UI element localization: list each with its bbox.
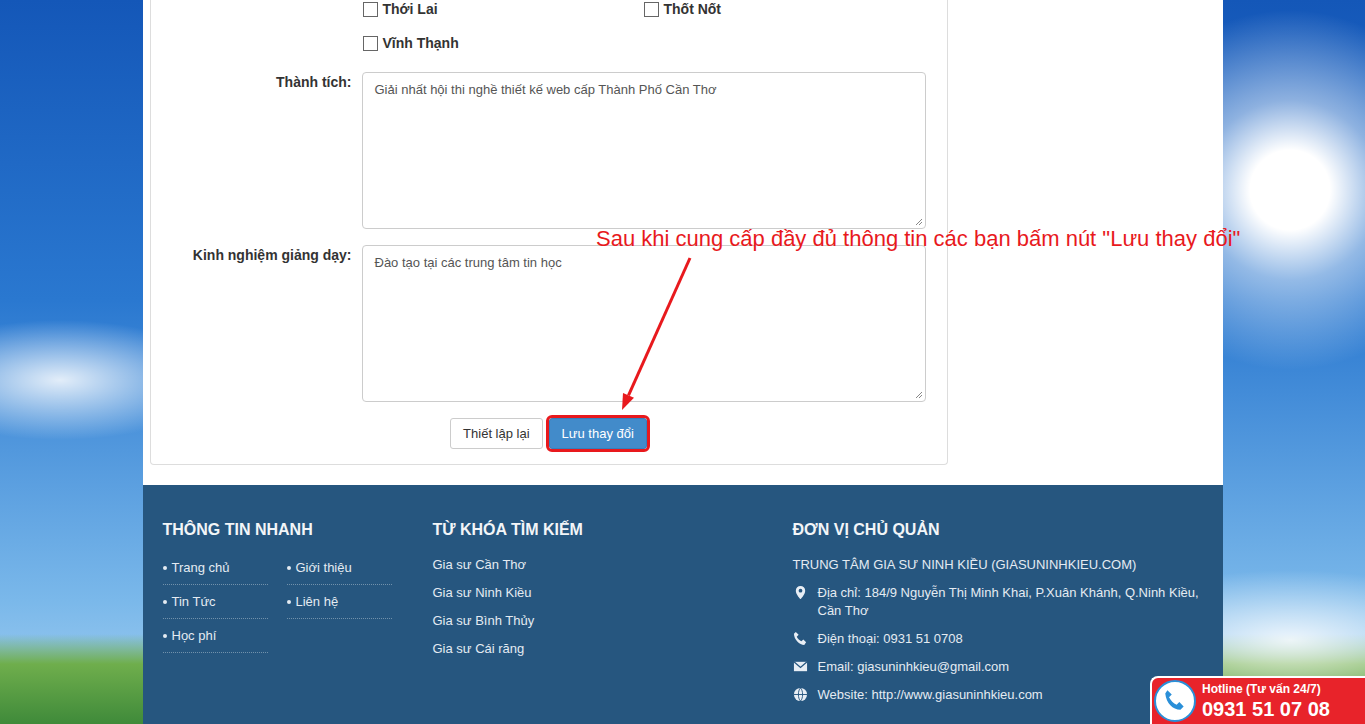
phone-icon — [793, 631, 808, 646]
phone-icon — [1162, 688, 1188, 714]
footer-title: ĐƠN VỊ CHỦ QUẢN — [793, 521, 1203, 539]
field-label: Thành tích: — [151, 72, 352, 229]
keyword-link[interactable]: Gia sư Ninh Kiều — [433, 579, 793, 607]
hotline-badge[interactable]: Hotline (Tư vấn 24/7)0931 51 07 08 — [1150, 676, 1365, 724]
keyword-link[interactable]: Gia sư Bình Thủy — [433, 607, 793, 635]
text-area[interactable]: Giải nhất hội thi nghề thiết kế web cấp … — [362, 72, 926, 229]
bullet-icon — [163, 566, 167, 570]
footer: THÔNG TIN NHANH Trang chủ Giới thiệu Tin Tứ… — [143, 485, 1223, 724]
bullet-icon — [287, 566, 291, 570]
annotation-text: Sau khi cung cấp đầy đủ thông tin các bạ… — [596, 226, 1240, 252]
contact-item: Email: giasuninhkieu@gmail.com — [793, 653, 1203, 681]
envelope-icon — [793, 659, 808, 674]
owner-section: ĐƠN VỊ CHỦ QUẢN TRUNG TÂM GIA SƯ NINH KIỀ… — [793, 521, 1203, 714]
resize-grip-icon[interactable] — [915, 218, 923, 226]
hotline-label: Hotline (Tư vấn 24/7) — [1202, 682, 1330, 697]
keywords-section: TỪ KHÓA TÌM KIẾM Gia sư Cần ThơGia sư Nin… — [433, 521, 793, 714]
footer-link[interactable]: Giới thiệu — [287, 551, 392, 585]
quick-info-section: THÔNG TIN NHANH Trang chủ Giới thiệu Tin Tứ… — [163, 521, 433, 714]
contact-item: Website: http://www.giasuninhkieu.com — [793, 681, 1203, 709]
content-column: Thới Lai Thốt Nốt Vĩnh Thạnh Thành tích:Giả… — [143, 0, 1223, 724]
form-actions: Thiết lập lạiLưu thay đổi — [151, 418, 947, 449]
form-row: Kinh nghiệm giảng dạy:Đào tạo tại các tr… — [151, 245, 947, 402]
hotline-text: Hotline (Tư vấn 24/7)0931 51 07 08 — [1202, 682, 1330, 721]
footer-link[interactable]: Trang chủ — [163, 551, 268, 585]
footer-link[interactable]: Liên hệ — [287, 585, 392, 619]
keyword-link[interactable]: Gia sư Cần Thơ — [433, 551, 793, 579]
checkbox-box[interactable] — [363, 2, 378, 17]
form-row: Thành tích:Giải nhất hội thi nghề thiết … — [151, 72, 947, 229]
footer-link[interactable]: Học phí — [163, 619, 268, 653]
footer-title: TỪ KHÓA TÌM KIẾM — [433, 521, 793, 539]
field-label: Kinh nghiệm giảng dạy: — [151, 245, 352, 402]
keyword-link[interactable]: Gia sư Cái răng — [433, 635, 793, 663]
resize-grip-icon[interactable] — [915, 391, 923, 399]
annotation-arrow-icon — [600, 250, 700, 420]
bullet-icon — [163, 634, 167, 638]
reset-button[interactable]: Thiết lập lại — [450, 418, 542, 449]
contact-text: Email: giasuninhkieu@gmail.com — [818, 658, 1010, 676]
footer-title: THÔNG TIN NHANH — [163, 521, 433, 539]
owner-name: TRUNG TÂM GIA SƯ NINH KIỀU (GIASUNINHKIE… — [793, 551, 1203, 579]
save-button[interactable]: Lưu thay đổi — [549, 418, 647, 449]
hotline-number: 0931 51 07 08 — [1202, 697, 1330, 721]
district-checkbox[interactable]: Vĩnh Thạnh — [363, 26, 644, 60]
district-checkbox[interactable]: Thới Lai — [363, 0, 644, 26]
district-list: Thới Lai Thốt Nốt Vĩnh Thạnh — [363, 0, 947, 60]
quick-links: Trang chủ Giới thiệu Tin Tức Liên hệ Học phí — [163, 551, 433, 653]
district-label: Vĩnh Thạnh — [383, 35, 459, 51]
bullet-icon — [287, 600, 291, 604]
contact-text: Điện thoại: 0931 51 0708 — [818, 630, 963, 648]
district-checkbox[interactable]: Thốt Nốt — [644, 0, 925, 26]
checkbox-box[interactable] — [363, 36, 378, 51]
map-pin-icon — [793, 585, 808, 600]
contact-text: Website: http://www.giasuninhkieu.com — [818, 686, 1043, 704]
text-area[interactable]: Đào tạo tại các trung tâm tin học — [362, 245, 926, 402]
contact-text: Địa chỉ: 184/9 Nguyễn Thị Minh Khai, P.X… — [818, 584, 1203, 620]
district-label: Thốt Nốt — [664, 1, 722, 17]
contact-item: Điện thoại: 0931 51 0708 — [793, 625, 1203, 653]
globe-icon — [793, 687, 808, 702]
checkbox-box[interactable] — [644, 2, 659, 17]
footer-link[interactable]: Tin Tức — [163, 585, 268, 619]
hotline-phone-circle — [1154, 680, 1196, 722]
page: Thới Lai Thốt Nốt Vĩnh Thạnh Thành tích:Giả… — [0, 0, 1365, 724]
district-label: Thới Lai — [383, 1, 438, 17]
bullet-icon — [163, 600, 167, 604]
contact-item: Địa chỉ: 184/9 Nguyễn Thị Minh Khai, P.X… — [793, 579, 1203, 625]
